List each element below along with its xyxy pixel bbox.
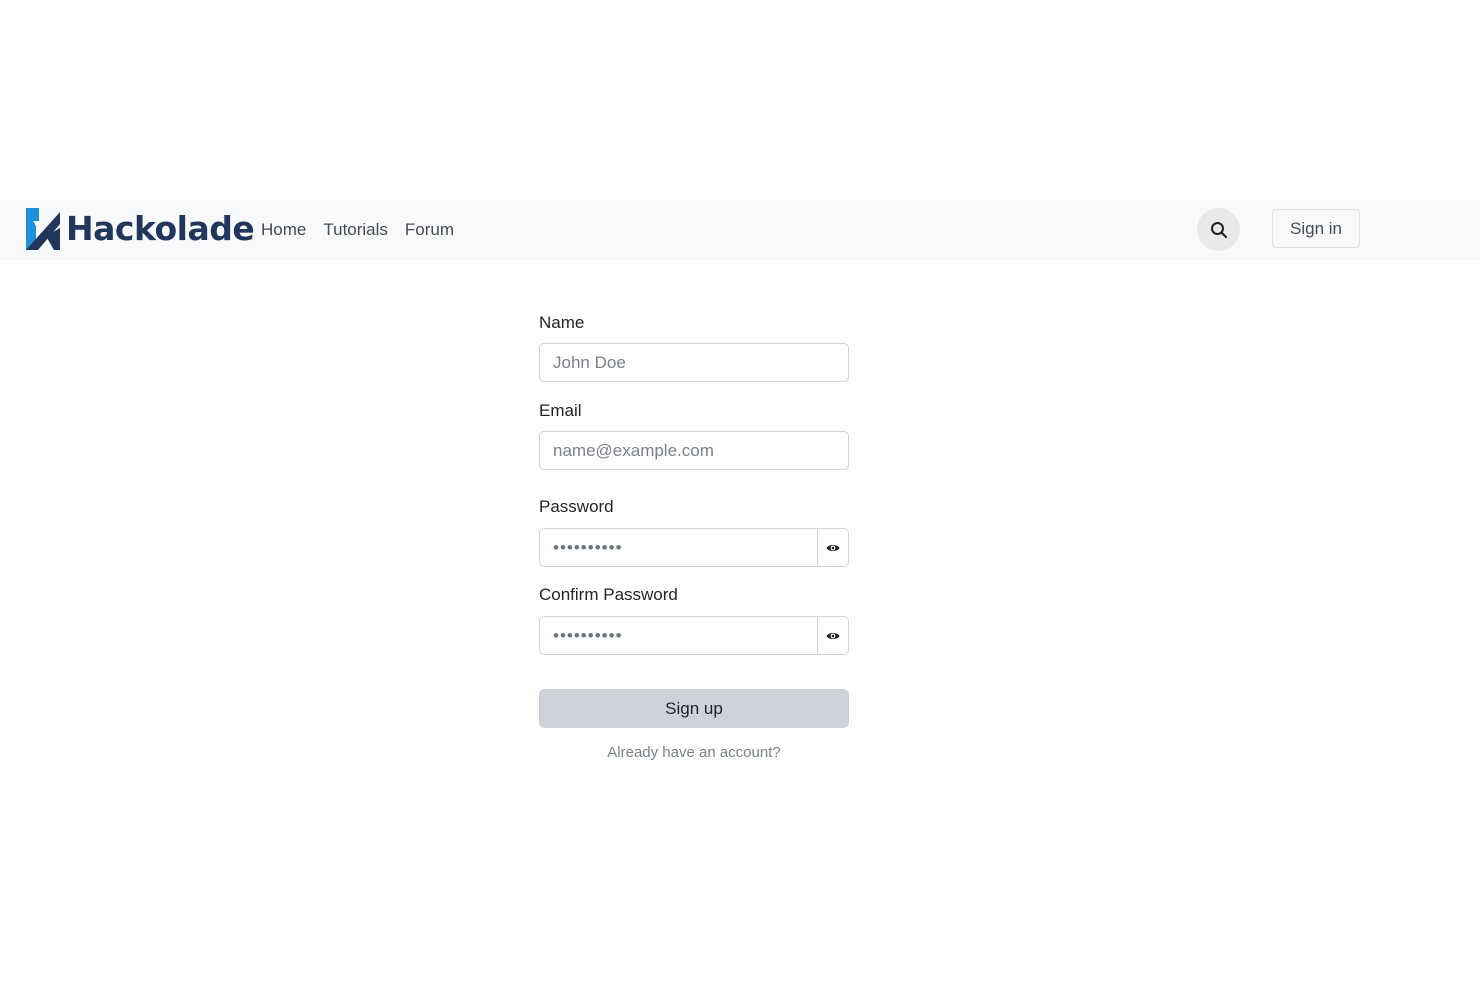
name-label: Name [539, 313, 585, 332]
nav-link-forum[interactable]: Forum [405, 220, 454, 240]
sign-in-button[interactable]: Sign in [1272, 209, 1360, 248]
already-have-account-link[interactable]: Already have an account? [539, 744, 849, 761]
nav-link-tutorials[interactable]: Tutorials [323, 220, 388, 240]
search-icon [1210, 221, 1227, 238]
eye-icon [826, 544, 840, 551]
search-button[interactable] [1197, 208, 1240, 251]
email-field[interactable] [539, 431, 849, 470]
hackolade-logo-icon [26, 208, 60, 250]
brand-name: Hackolade [66, 209, 255, 248]
confirm-password-group [539, 616, 849, 655]
password-group [539, 528, 849, 567]
confirm-password-field[interactable] [540, 617, 817, 654]
password-field[interactable] [540, 529, 817, 566]
confirm-password-visibility-toggle[interactable] [817, 617, 848, 654]
nav-link-home[interactable]: Home [261, 220, 306, 240]
signup-form: Name Email Password Confirm Password Sig… [539, 312, 849, 761]
email-label: Email [539, 401, 582, 420]
sign-up-button[interactable]: Sign up [539, 689, 849, 728]
confirm-password-label: Confirm Password [539, 585, 678, 604]
password-visibility-toggle[interactable] [817, 529, 848, 566]
name-field[interactable] [539, 343, 849, 382]
navbar: Hackolade Home Tutorials Forum Sign in [0, 200, 1480, 260]
nav-links: Home Tutorials Forum [261, 200, 454, 260]
brand-logo-link[interactable]: Hackolade [26, 207, 255, 251]
eye-icon [826, 632, 840, 639]
password-label: Password [539, 497, 614, 516]
